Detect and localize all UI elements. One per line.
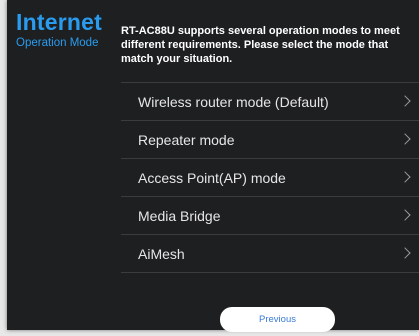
mode-option-access-point[interactable]: Access Point(AP) mode	[121, 159, 419, 197]
chevron-right-icon	[399, 132, 411, 145]
previous-button[interactable]: Previous	[220, 307, 335, 332]
mode-option-wireless-router[interactable]: Wireless router mode (Default)	[121, 83, 419, 121]
mode-option-label: AiMesh	[138, 245, 185, 262]
mode-option-label: Repeater mode	[138, 131, 235, 148]
chevron-right-icon	[399, 208, 411, 221]
mode-option-label: Access Point(AP) mode	[138, 169, 286, 186]
mode-option-aimesh[interactable]: AiMesh	[121, 235, 419, 273]
mode-description: RT-AC88U supports several operation mode…	[121, 25, 400, 65]
mode-option-repeater[interactable]: Repeater mode	[121, 121, 419, 159]
chevron-right-icon	[399, 246, 411, 259]
screen: Internet Operation Mode RT-AC88U support…	[0, 0, 419, 336]
mode-option-media-bridge[interactable]: Media Bridge	[121, 197, 419, 235]
section-header: Internet Operation Mode	[16, 10, 116, 51]
mode-option-label: Wireless router mode (Default)	[138, 93, 329, 110]
chevron-right-icon	[399, 94, 411, 107]
operation-mode-panel: Internet Operation Mode RT-AC88U support…	[7, 0, 419, 332]
page-title: Internet	[16, 9, 102, 35]
mode-option-label: Media Bridge	[138, 207, 221, 224]
page-subtitle: Operation Mode	[16, 37, 99, 49]
operation-mode-list: Wireless router mode (Default) Repeater …	[121, 82, 419, 273]
chevron-right-icon	[399, 170, 411, 183]
